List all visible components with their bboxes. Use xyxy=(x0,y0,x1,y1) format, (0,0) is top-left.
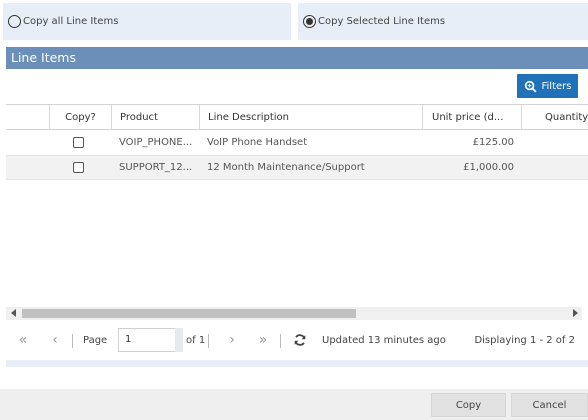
copy-all-label: Copy all Line Items xyxy=(23,16,119,27)
pagination-bar: « ‹ Page 1 of 1 › » Updated 13 minutes a… xyxy=(6,322,588,360)
previous-page-icon[interactable]: ‹ xyxy=(44,330,66,350)
horizontal-scrollbar[interactable] xyxy=(6,307,582,320)
copy-selected-radio[interactable] xyxy=(303,15,316,28)
copy-selected-option[interactable]: Copy Selected Line Items xyxy=(298,3,588,40)
scrollbar-thumb[interactable] xyxy=(22,309,356,318)
radio-selected-dot xyxy=(306,18,313,25)
last-page-icon[interactable]: » xyxy=(252,330,274,350)
updated-status: Updated 13 minutes ago xyxy=(322,335,446,346)
column-header-quantity[interactable]: Quantity xyxy=(521,105,588,130)
column-header-unit-price[interactable]: Unit price (d... xyxy=(422,105,521,130)
pager-divider xyxy=(72,334,73,348)
line-items-header: Line Items xyxy=(6,47,588,69)
copy-all-radio[interactable] xyxy=(8,15,21,28)
grid-footer-strip xyxy=(6,360,588,367)
column-header-copy[interactable]: Copy? xyxy=(49,105,111,130)
page-input-edge xyxy=(175,328,183,352)
pager-divider xyxy=(208,334,209,348)
first-page-icon[interactable]: « xyxy=(12,330,34,350)
copy-line-items-dialog: Copy all Line Items Copy Selected Line I… xyxy=(0,0,588,420)
scroll-left-icon[interactable] xyxy=(11,309,16,317)
copy-all-option[interactable]: Copy all Line Items xyxy=(3,3,291,40)
next-page-icon[interactable]: › xyxy=(221,330,243,350)
search-icon xyxy=(524,80,537,93)
page-count-label: of 1 xyxy=(186,335,206,346)
page-label: Page xyxy=(83,335,108,346)
table-row[interactable]: SUPPORT_12... 12 Month Maintenance/Suppo… xyxy=(6,155,588,180)
copy-button[interactable]: Copy xyxy=(431,393,506,417)
unit-price-cell: £1,000.00 xyxy=(463,162,514,173)
scroll-right-icon[interactable] xyxy=(573,309,578,317)
copy-selected-label: Copy Selected Line Items xyxy=(318,16,446,27)
page-number-input[interactable]: 1 xyxy=(118,328,180,352)
table-row[interactable]: VOIP_PHONE... VoIP Phone Handset £125.00 xyxy=(6,130,588,155)
copy-checkbox[interactable] xyxy=(73,162,84,173)
filters-label: Filters xyxy=(541,80,572,92)
displaying-count: Displaying 1 - 2 of 2 xyxy=(474,335,575,346)
copy-checkbox[interactable] xyxy=(73,137,84,148)
dialog-footer: Copy Cancel xyxy=(0,389,588,420)
description-cell: 12 Month Maintenance/Support xyxy=(207,162,365,173)
cancel-button[interactable]: Cancel xyxy=(511,393,588,417)
unit-price-cell: £125.00 xyxy=(472,137,514,148)
column-header-description[interactable]: Line Description xyxy=(199,105,422,130)
product-cell: VOIP_PHONE... xyxy=(119,137,193,148)
refresh-icon[interactable] xyxy=(289,330,311,350)
refresh-glyph xyxy=(294,334,306,346)
grid-header: Copy? Product Line Description Unit pric… xyxy=(6,104,588,130)
filters-button[interactable]: Filters xyxy=(517,74,578,98)
description-cell: VoIP Phone Handset xyxy=(207,137,308,148)
product-cell: SUPPORT_12... xyxy=(119,162,193,173)
pager-divider xyxy=(280,334,281,348)
column-header-product[interactable]: Product xyxy=(111,105,199,130)
